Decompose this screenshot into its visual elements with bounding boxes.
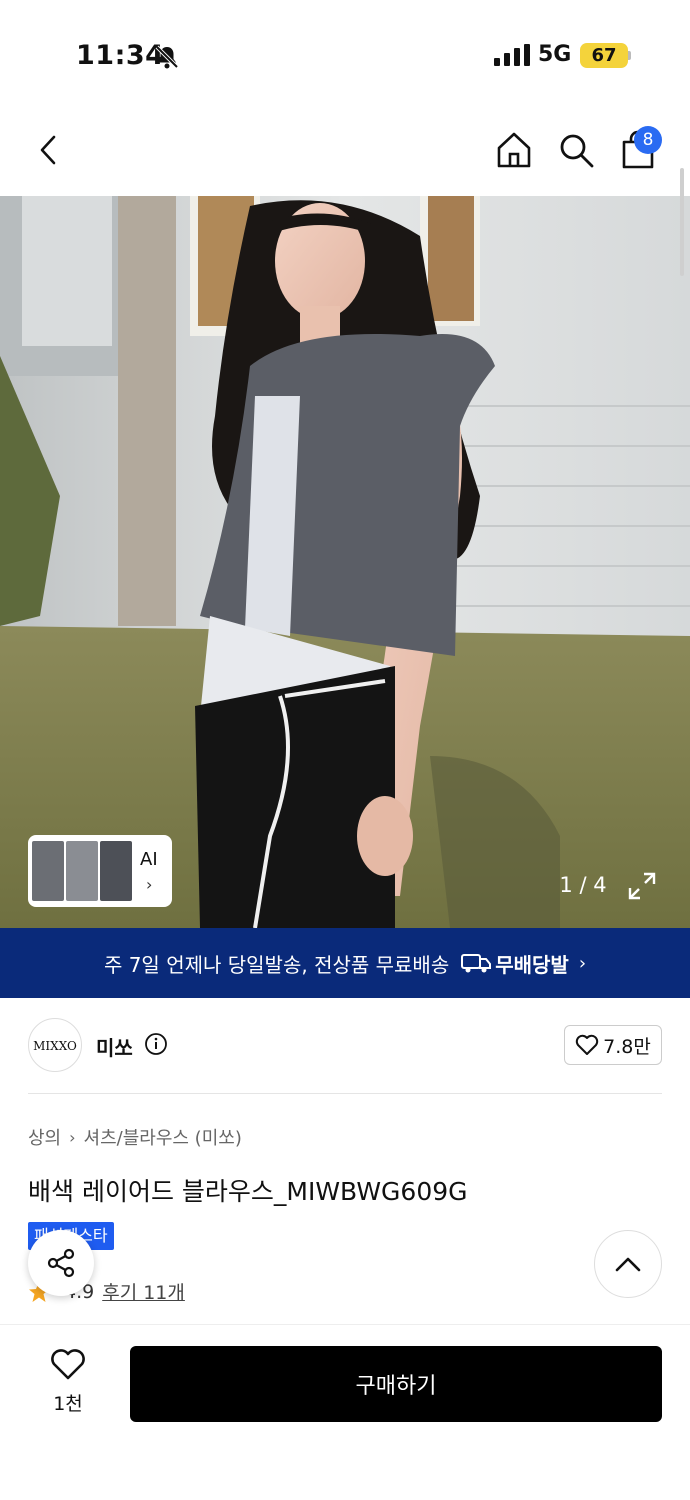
battery-tip — [628, 51, 631, 60]
wishlist-button[interactable]: 1천 — [40, 1349, 96, 1416]
thumbnail — [32, 841, 64, 901]
breadcrumb: 상의 › 셔츠/블라우스 (미쏘) — [28, 1124, 242, 1150]
divider — [28, 1093, 662, 1094]
product-image[interactable] — [0, 196, 690, 928]
brand-name[interactable]: 미쏘 — [96, 1032, 133, 1061]
breadcrumb-item[interactable]: 상의 — [28, 1124, 61, 1150]
battery-icon: 67 — [580, 43, 628, 68]
info-icon[interactable] — [144, 1032, 168, 1056]
scroll-to-top-button[interactable] — [594, 1230, 662, 1298]
thumbnail — [66, 841, 98, 901]
product-photo — [0, 196, 690, 928]
chevron-left-icon — [40, 135, 56, 165]
free-shipping-banner[interactable]: 주 7일 언제나 당일발송, 전상품 무료배송 무배당발 › — [0, 928, 690, 998]
nav-bar — [0, 110, 690, 196]
reviews-link[interactable]: 후기 11개 — [102, 1278, 185, 1305]
ai-similar-items-card[interactable]: AI › — [28, 835, 172, 907]
promo-logo: 무배당발 — [461, 949, 569, 978]
chevron-right-icon: › — [69, 1127, 76, 1147]
brand-row: MIXXO 미쏘 7.8만 — [28, 1018, 662, 1074]
brand-like-count: 7.8만 — [603, 1035, 651, 1058]
scrollbar[interactable] — [680, 168, 684, 276]
expand-icon[interactable] — [626, 870, 658, 902]
status-bar: 11:34 5G 67 — [0, 0, 690, 110]
chevron-up-icon — [615, 1257, 641, 1272]
ai-thumbnails — [32, 841, 134, 901]
bottom-action-bar: 1천 구매하기 — [0, 1324, 690, 1500]
home-icon — [497, 132, 531, 168]
cart-count-badge: 8 — [634, 126, 662, 154]
brand-logo[interactable]: MIXXO — [28, 1018, 82, 1072]
thumbnail — [100, 841, 132, 901]
heart-icon — [51, 1349, 85, 1380]
share-button[interactable] — [28, 1230, 94, 1296]
network-type: 5G — [538, 42, 572, 67]
product-title: 배색 레이어드 블라우스_MIWBWG609G — [28, 1177, 468, 1206]
breadcrumb-item[interactable]: 셔츠/블라우스 (미쏘) — [84, 1124, 242, 1150]
chevron-right-icon: › — [146, 875, 153, 894]
wishlist-count: 1천 — [53, 1393, 83, 1415]
promo-logo-text: 무배당발 — [495, 952, 569, 977]
chevron-right-icon: › — [578, 952, 587, 974]
home-button[interactable] — [492, 128, 536, 172]
ai-label: AI — [140, 849, 158, 870]
signal-icon — [494, 44, 530, 66]
back-button[interactable] — [26, 128, 70, 172]
truck-icon — [461, 954, 492, 973]
bell-off-icon — [155, 45, 179, 69]
image-pager: 1 / 4 — [559, 873, 607, 897]
share-icon — [47, 1248, 75, 1278]
brand-like-button[interactable]: 7.8만 — [564, 1025, 662, 1065]
status-time: 11:34 — [76, 40, 165, 71]
buy-button[interactable]: 구매하기 — [130, 1346, 662, 1422]
search-icon — [560, 134, 594, 168]
search-button[interactable] — [554, 128, 598, 172]
promo-text: 주 7일 언제나 당일발송, 전상품 무료배송 — [103, 952, 450, 977]
heart-icon — [575, 1034, 599, 1055]
